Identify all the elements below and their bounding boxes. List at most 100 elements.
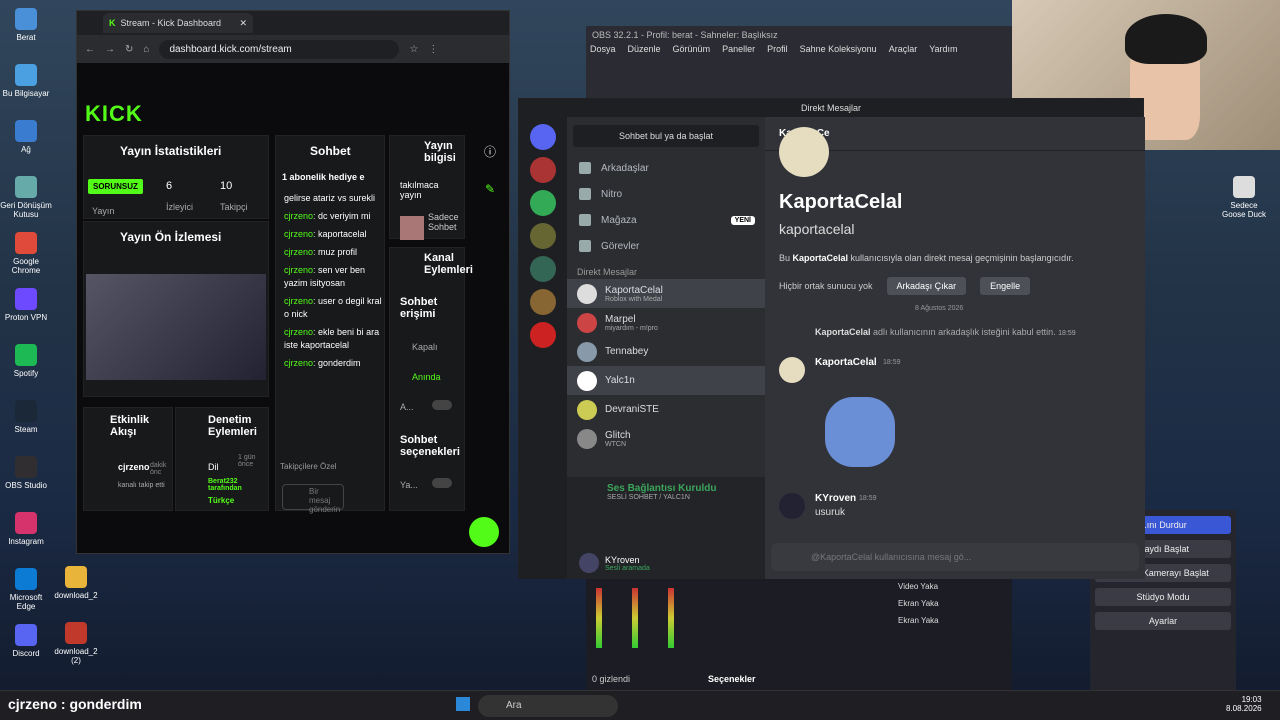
desktop-icon[interactable]: Ağ: [0, 120, 52, 154]
obs-menu-item[interactable]: Araçlar: [889, 44, 918, 54]
avatar[interactable]: [579, 553, 599, 573]
obs-source-item[interactable]: Video Yaka: [892, 578, 1012, 595]
chat-text: gelirse atariz vs surekli: [284, 193, 376, 203]
windows-start-icon[interactable]: [456, 697, 470, 711]
server-icon[interactable]: [530, 223, 556, 249]
options-label[interactable]: Seçenekler: [708, 674, 756, 684]
desktop-icon[interactable]: download_2: [50, 566, 102, 600]
desktop-icon[interactable]: OBS Studio: [0, 456, 52, 490]
desktop-icon[interactable]: download_2 (2): [50, 622, 102, 665]
dm-item[interactable]: Marpel miyardım - m!pro: [567, 308, 765, 337]
obs-title: OBS 32.2.1 - Profil: berat - Sahneler: B…: [592, 30, 778, 40]
desktop-icon[interactable]: Microsoft Edge: [0, 568, 52, 611]
chat-username[interactable]: cjrzeno: [284, 296, 313, 306]
obs-menu-item[interactable]: Yardım: [929, 44, 957, 54]
desktop-icon[interactable]: Google Chrome: [0, 232, 52, 275]
dm-item[interactable]: Glitch WTCN: [567, 424, 765, 453]
message-avatar[interactable]: [779, 493, 805, 519]
dm-nav-item[interactable]: Arkadaşlar: [567, 155, 765, 181]
avatar: [577, 312, 597, 333]
obs-menu-item[interactable]: Sahne Koleksiyonu: [800, 44, 877, 54]
dm-nav-item[interactable]: Nitro: [567, 181, 765, 207]
menu-icon[interactable]: ⋮: [428, 44, 438, 55]
desktop-icon[interactable]: Discord: [0, 624, 52, 658]
server-icon[interactable]: [530, 322, 556, 348]
chat-text: gonderdim: [318, 358, 361, 368]
chat-username[interactable]: cjrzeno: [284, 358, 313, 368]
chat-username[interactable]: cjrzeno: [284, 229, 313, 239]
desktop-icon[interactable]: Instagram: [0, 512, 52, 546]
close-tab-icon[interactable]: ✕: [239, 18, 247, 29]
desktop-icon-label: Sedece Goose Duck: [1221, 201, 1267, 219]
message-avatar[interactable]: [779, 357, 805, 383]
desktop-icon[interactable]: Steam: [0, 400, 52, 434]
sys-text: adlı kullanıcının arkadaşlık isteğini ka…: [870, 327, 1056, 337]
aninda-option[interactable]: Anında: [412, 372, 441, 382]
address-field[interactable]: dashboard.kick.com/stream: [159, 39, 400, 59]
desktop-icon-label: Spotify: [13, 369, 39, 378]
mod-title: Denetim Eylemleri: [208, 414, 257, 438]
message-author-2[interactable]: KYroven: [815, 493, 856, 504]
message-author-1[interactable]: KaportaCelal: [815, 357, 877, 368]
dm-item[interactable]: DevraniSTE: [567, 395, 765, 424]
desktop-icon[interactable]: Proton VPN: [0, 288, 52, 322]
server-icon[interactable]: [530, 289, 556, 315]
info-stream: takılmaca yayın: [400, 180, 439, 200]
dm-item[interactable]: Tennabey: [567, 337, 765, 366]
toggle-ya[interactable]: [432, 478, 452, 488]
reload-icon[interactable]: ↻: [125, 44, 133, 55]
desktop-icon[interactable]: Bu Bilgisayar: [0, 64, 52, 98]
dm-nav-item[interactable]: Görevler: [567, 233, 765, 259]
edit-icon[interactable]: ✎: [475, 182, 505, 196]
chat-username[interactable]: cjrzeno: [284, 265, 313, 275]
browser-tab[interactable]: K Stream - Kick Dashboard ✕: [103, 13, 253, 33]
chat-input[interactable]: Bir mesaj gönderin: [282, 484, 344, 514]
dm-item[interactable]: Yalc1n: [567, 366, 765, 395]
chat-username[interactable]: cjrzeno: [284, 247, 313, 257]
toggle-a[interactable]: [432, 400, 452, 410]
remove-friend-button[interactable]: Arkadaşı Çıkar: [886, 277, 967, 295]
chat-username[interactable]: cjrzeno: [284, 327, 313, 337]
obs-menu-item[interactable]: Düzenle: [628, 44, 661, 54]
chat-pinned[interactable]: 1 abonelik hediye e: [282, 172, 365, 182]
message-input[interactable]: @KaportaCelal kullanıcısına mesaj gö...: [771, 543, 1139, 571]
taskbar-search[interactable]: Ara: [478, 695, 618, 717]
obs-menu-item[interactable]: Paneller: [722, 44, 755, 54]
desktop-icon[interactable]: Sedece Goose Duck: [1218, 176, 1270, 219]
chat-caption: cjrzeno : gonderdim: [8, 696, 142, 712]
activity-title: Etkinlik Akışı: [110, 414, 150, 438]
obs-menu-item[interactable]: Profil: [767, 44, 788, 54]
obs-source-item[interactable]: Ekran Yaka: [892, 595, 1012, 612]
help-button[interactable]: [469, 517, 499, 547]
server-icon[interactable]: [530, 157, 556, 183]
obs-control-button[interactable]: Stüdyo Modu: [1095, 588, 1231, 606]
obs-menu-item[interactable]: Dosya: [590, 44, 616, 54]
desktop-icon[interactable]: Geri Dönüşüm Kutusu: [0, 176, 52, 219]
star-icon[interactable]: ☆: [409, 44, 418, 55]
user-panel: KYroven Sesli aramada: [567, 547, 765, 579]
stream-preview[interactable]: [86, 274, 266, 380]
forward-icon[interactable]: →: [105, 44, 115, 55]
block-button[interactable]: Engelle: [980, 277, 1031, 295]
home-icon[interactable]: ⌂: [143, 44, 149, 55]
new-badge: YENİ: [730, 215, 755, 225]
kapali-option[interactable]: Kapalı: [412, 342, 438, 352]
desktop-icon[interactable]: Spotify: [0, 344, 52, 378]
dm-name: DevraniSTE: [605, 404, 659, 415]
dm-item[interactable]: KaportaCelal Roblox with Medal: [567, 279, 765, 308]
desktop-icon[interactable]: Berat: [0, 8, 52, 42]
server-icon[interactable]: [530, 190, 556, 216]
obs-source-item[interactable]: Ekran Yaka: [892, 612, 1012, 629]
back-icon[interactable]: ←: [85, 44, 95, 55]
mod-lang: Dil: [208, 462, 219, 472]
obs-menu-item[interactable]: Görünüm: [673, 44, 711, 54]
dm-nav-item[interactable]: Mağaza YENİ: [567, 207, 765, 233]
dm-search[interactable]: Sohbet bul ya da başlat: [573, 125, 759, 147]
server-icon[interactable]: [530, 256, 556, 282]
home-server-icon[interactable]: [530, 124, 556, 150]
obs-control-button[interactable]: Ayarlar: [1095, 612, 1231, 630]
kick-logo[interactable]: KICK: [85, 101, 143, 127]
dm-status: WTCN: [605, 440, 626, 448]
info-icon[interactable]: ⓘ: [475, 143, 505, 160]
chat-username[interactable]: cjrzeno: [284, 211, 313, 221]
